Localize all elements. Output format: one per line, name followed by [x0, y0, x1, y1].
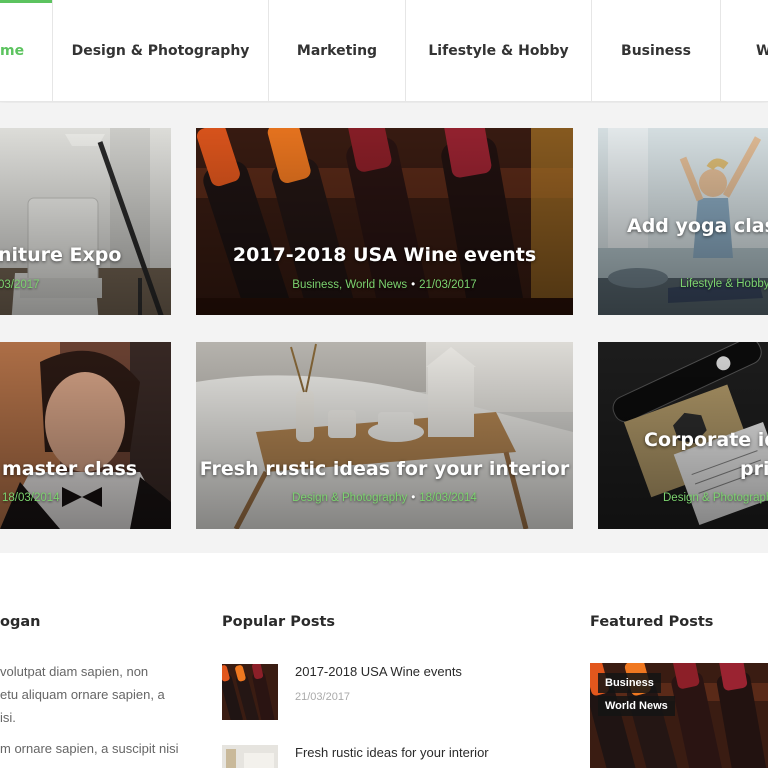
popular-post-title[interactable]: Fresh rustic ideas for your interior: [295, 745, 489, 760]
post-title[interactable]: master class: [2, 458, 171, 480]
rustic-thumbnail-image: [222, 745, 278, 768]
post-tile-furniture-expo[interactable]: niture Expo 03/2017: [0, 128, 171, 315]
post-tile-wine-events[interactable]: 2017-2018 USA Wine events Business, Worl…: [196, 128, 573, 315]
post-tile-rustic-interior[interactable]: Fresh rustic ideas for your interior Des…: [196, 342, 573, 529]
nav-item-business[interactable]: Business: [592, 0, 721, 102]
about-widget-title: ogan: [0, 614, 41, 630]
nav-item-label: Design & Photography: [71, 43, 250, 59]
nav-item-label: Marketing: [296, 43, 378, 59]
about-text-line: isi.: [0, 710, 16, 725]
popular-posts-title: Popular Posts: [222, 614, 336, 630]
post-meta: Design & Photography • 18/03/2014: [196, 492, 573, 504]
meta-separator: •: [411, 492, 416, 504]
post-tile-corporate-identity[interactable]: Corporate ide pri Design & Photograph: [598, 342, 768, 529]
post-tile-master-class[interactable]: master class 18/03/2014: [0, 342, 171, 529]
post-title[interactable]: Corporate ide: [644, 429, 768, 451]
post-title[interactable]: Add yoga classe: [627, 215, 768, 237]
popular-post-thumbnail[interactable]: [222, 664, 278, 720]
post-categories[interactable]: Business, World News: [292, 279, 407, 291]
about-text-line: etu aliquam ornare sapien, a: [0, 687, 165, 702]
post-tile-yoga-classes[interactable]: Add yoga classe Lifestyle & Hobby,: [598, 128, 768, 315]
popular-post-date: 21/03/2017: [295, 691, 351, 703]
post-date: 21/03/2017: [419, 279, 477, 291]
category-badge-business[interactable]: Business: [598, 673, 661, 693]
popular-post-title[interactable]: 2017-2018 USA Wine events: [295, 664, 462, 679]
popular-post-thumbnail[interactable]: [222, 745, 278, 768]
post-title[interactable]: niture Expo: [0, 244, 171, 266]
nav-item-world[interactable]: W: [721, 0, 768, 102]
post-title[interactable]: 2017-2018 USA Wine events: [196, 244, 573, 266]
post-title-line-2[interactable]: pri: [740, 458, 768, 480]
top-navigation: me Design & Photography Marketing Lifest…: [0, 0, 768, 102]
nav-item-label: Business: [621, 43, 691, 59]
featured-posts-title: Featured Posts: [590, 614, 714, 630]
wine-thumbnail-image: [222, 664, 278, 720]
nav-item-label: Lifestyle & Hobby: [428, 43, 569, 59]
post-categories[interactable]: Lifestyle & Hobby,: [680, 278, 768, 290]
post-categories[interactable]: Design & Photograph: [663, 492, 768, 504]
post-title[interactable]: Fresh rustic ideas for your interior: [196, 458, 573, 480]
post-meta: Business, World News • 21/03/2017: [196, 279, 573, 291]
about-text-line: volutpat diam sapien, non: [0, 664, 149, 679]
nav-item-home[interactable]: me: [0, 0, 53, 102]
nav-item-label: W: [756, 43, 768, 59]
meta-separator: •: [411, 279, 416, 291]
post-date: 18/03/2014: [419, 492, 477, 504]
category-badge-world-news[interactable]: World News: [598, 696, 675, 716]
nav-item-lifestyle-hobby[interactable]: Lifestyle & Hobby: [406, 0, 592, 102]
about-text-line: m ornare sapien, a suscipit nisi: [0, 741, 179, 756]
post-date: 03/2017: [0, 279, 40, 291]
nav-item-marketing[interactable]: Marketing: [269, 0, 406, 102]
nav-item-design-photography[interactable]: Design & Photography: [53, 0, 269, 102]
nav-item-label: me: [0, 43, 25, 59]
post-date: 18/03/2014: [2, 492, 60, 504]
post-categories[interactable]: Design & Photography: [292, 492, 407, 504]
